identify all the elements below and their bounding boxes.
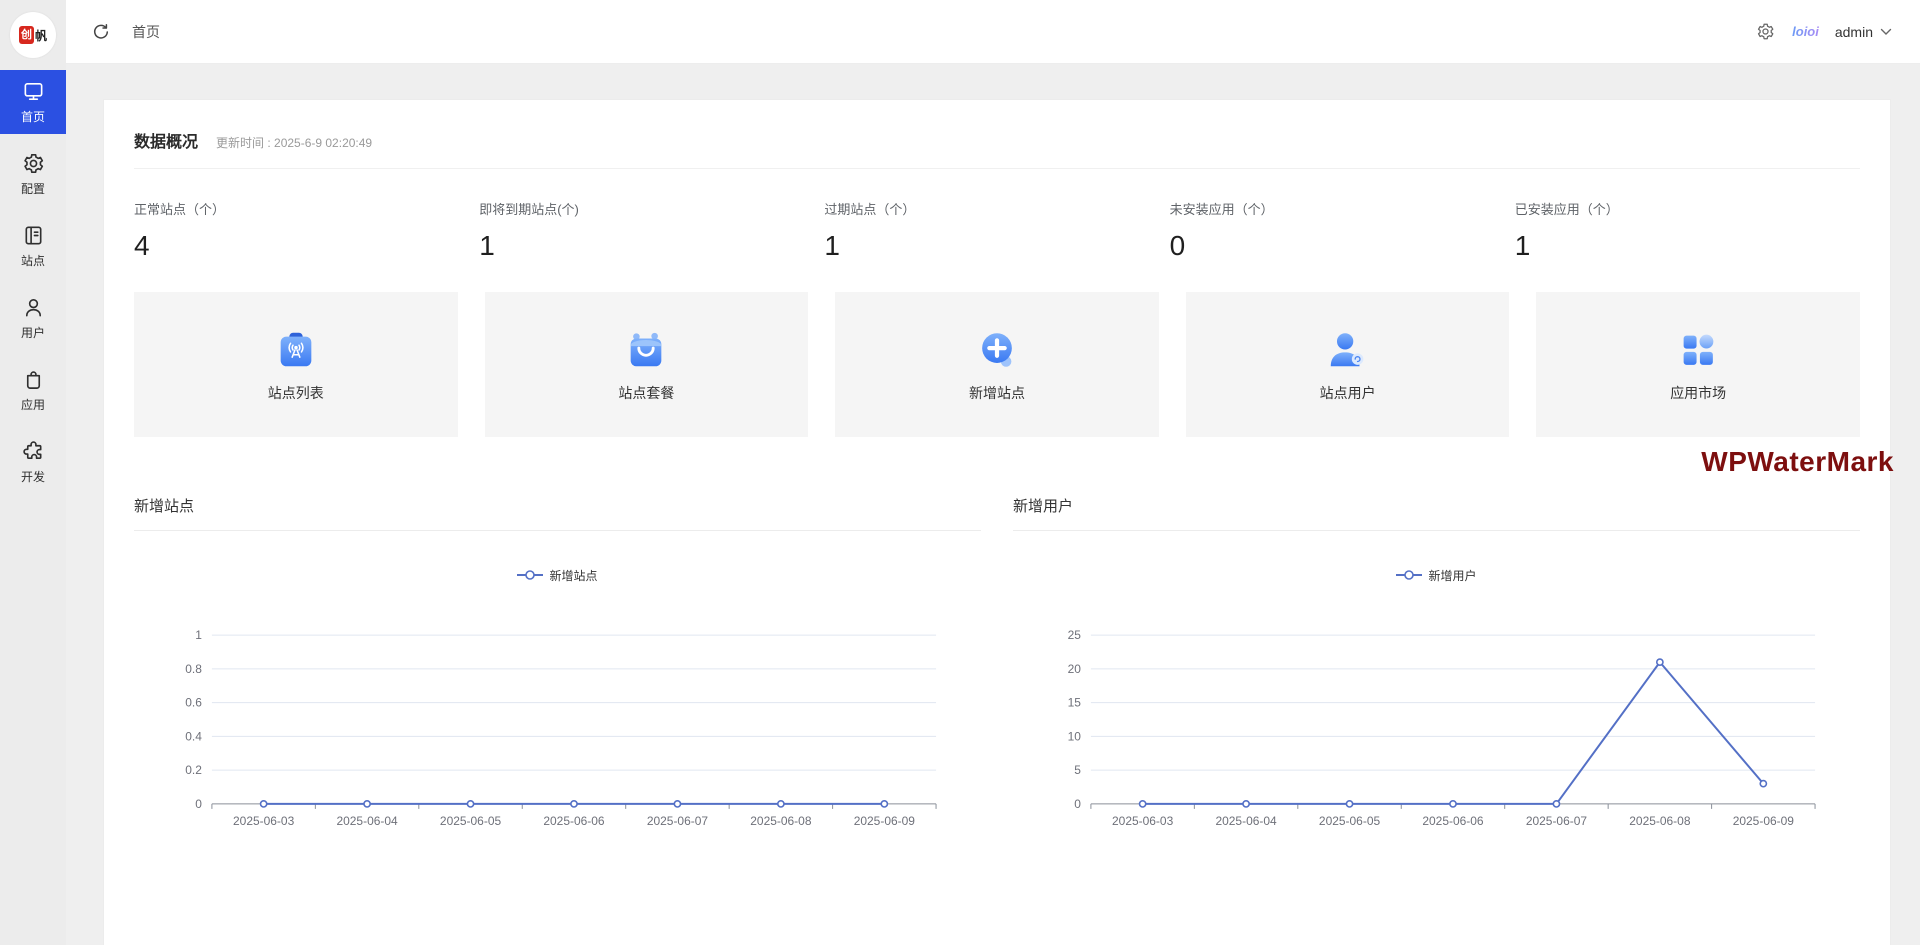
puzzle-icon [22, 440, 45, 463]
username: admin [1835, 24, 1873, 40]
user-menu[interactable]: admin [1835, 24, 1892, 40]
svg-text:2025-06-04: 2025-06-04 [1215, 814, 1277, 828]
gear-icon [22, 152, 45, 175]
refresh-icon [92, 23, 110, 41]
settings-button[interactable] [1754, 21, 1776, 43]
sidebar-item-label: 用户 [21, 324, 45, 341]
app-logo[interactable]: 创 帆 [10, 12, 56, 58]
document-icon [22, 224, 45, 247]
svg-text:2025-06-05: 2025-06-05 [440, 814, 502, 828]
stat-expiring-sites: 即将到期站点(个) 1 [479, 199, 824, 262]
svg-text:25: 25 [1068, 628, 1082, 642]
user-tag-link[interactable]: loioi [1792, 24, 1819, 39]
svg-text:0.4: 0.4 [185, 729, 202, 743]
sidebar-item-apps[interactable]: 应用 [0, 358, 66, 422]
card-app-market[interactable]: 应用市场 [1536, 292, 1860, 437]
sidebar-item-label: 站点 [21, 252, 45, 269]
card-site-users[interactable]: 站点用户 [1186, 292, 1510, 437]
stats-row: 正常站点（个） 4 即将到期站点(个) 1 过期站点（个） 1 未安装应用（个）… [134, 199, 1860, 262]
card-site-list[interactable]: 站点列表 [134, 292, 458, 437]
legend-line-marker-icon [517, 570, 543, 580]
legend-line-marker-icon [1396, 570, 1422, 580]
svg-text:20: 20 [1068, 662, 1082, 676]
line-chart-new-users: 0 5 10 15 20 25 2025-06-03 2025-06-04 2025-06-05… [1013, 609, 1860, 839]
svg-text:2025-06-06: 2025-06-06 [1422, 814, 1484, 828]
sidebar-item-home[interactable]: 首页 [0, 70, 66, 134]
chart-new-sites: 新增站点 新增站点 0 0.2 0.4 0.6 0.8 1 2025-06-03 2025-0… [134, 495, 981, 839]
shortcut-cards: 站点列表 站点套餐 新增站点 [134, 292, 1860, 437]
svg-text:2025-06-05: 2025-06-05 [1319, 814, 1381, 828]
updated-timestamp: 更新时间 : 2025-6-9 02:20:49 [216, 134, 372, 151]
sidebar-item-label: 开发 [21, 468, 45, 485]
card-site-package[interactable]: 站点套餐 [485, 292, 809, 437]
svg-text:2025-06-08: 2025-06-08 [1629, 814, 1691, 828]
svg-text:0.2: 0.2 [185, 763, 202, 777]
charts-row: 新增站点 新增站点 0 0.2 0.4 0.6 0.8 1 2025-06-03 2025-0… [134, 495, 1860, 839]
logo-seal: 创 [19, 26, 34, 44]
watermark: WPWaterMark [1701, 446, 1894, 478]
sidebar-item-config[interactable]: 配置 [0, 142, 66, 206]
gear-icon [1756, 22, 1775, 41]
svg-text:2025-06-07: 2025-06-07 [1526, 814, 1588, 828]
legend-item-new-users[interactable]: 新增用户 [1013, 565, 1860, 585]
main-content: 数据概况 更新时间 : 2025-6-9 02:20:49 正常站点（个） 4 … [66, 65, 1920, 945]
svg-text:2025-06-04: 2025-06-04 [336, 814, 398, 828]
add-site-icon [974, 327, 1020, 373]
svg-text:0.6: 0.6 [185, 696, 202, 710]
sidebar-item-label: 首页 [21, 108, 45, 125]
page-title: 数据概况 [134, 128, 198, 152]
chart-title: 新增站点 [134, 495, 981, 531]
refresh-button[interactable] [90, 21, 112, 43]
stat-normal-sites: 正常站点（个） 4 [134, 199, 479, 262]
svg-text:0.8: 0.8 [185, 662, 202, 676]
site-user-icon [1325, 327, 1371, 373]
stat-installed-apps: 已安装应用（个） 1 [1515, 199, 1860, 262]
svg-text:15: 15 [1068, 696, 1082, 710]
stat-expired-sites: 过期站点（个） 1 [824, 199, 1169, 262]
topbar: 首页 loioi admin [66, 0, 1920, 64]
monitor-icon [22, 80, 45, 103]
stat-uninstalled-apps: 未安装应用（个） 0 [1170, 199, 1515, 262]
card-add-site[interactable]: 新增站点 [835, 292, 1159, 437]
site-package-icon [623, 327, 669, 373]
legend-item-new-sites[interactable]: 新增站点 [134, 565, 981, 585]
site-list-icon [273, 327, 319, 373]
svg-text:2025-06-09: 2025-06-09 [854, 814, 916, 828]
svg-text:2025-06-03: 2025-06-03 [233, 814, 295, 828]
sidebar-item-sites[interactable]: 站点 [0, 214, 66, 278]
svg-text:0: 0 [195, 797, 202, 811]
svg-text:2025-06-09: 2025-06-09 [1733, 814, 1795, 828]
chart-new-users: 新增用户 新增用户 0 5 10 15 20 25 2025-06-03 2025-06-04… [1013, 495, 1860, 839]
sidebar-item-users[interactable]: 用户 [0, 286, 66, 350]
svg-text:2025-06-06: 2025-06-06 [543, 814, 605, 828]
breadcrumb[interactable]: 首页 [132, 22, 160, 42]
app-market-icon [1675, 327, 1721, 373]
sidebar-item-label: 配置 [21, 180, 45, 197]
bag-icon [22, 368, 45, 391]
sidebar: 创 帆 首页 配置 站点 用户 应用 [0, 0, 66, 945]
line-chart-new-sites: 0 0.2 0.4 0.6 0.8 1 2025-06-03 2025-06-04 2025-0… [134, 609, 981, 839]
sidebar-item-label: 应用 [21, 396, 45, 413]
svg-text:10: 10 [1068, 729, 1082, 743]
chart-title: 新增用户 [1013, 495, 1860, 531]
svg-text:0: 0 [1074, 797, 1081, 811]
svg-text:2025-06-03: 2025-06-03 [1112, 814, 1174, 828]
svg-text:5: 5 [1074, 763, 1081, 777]
svg-text:1: 1 [195, 628, 202, 642]
sidebar-item-dev[interactable]: 开发 [0, 430, 66, 494]
overview-panel: 数据概况 更新时间 : 2025-6-9 02:20:49 正常站点（个） 4 … [103, 99, 1891, 945]
user-icon [22, 296, 45, 319]
chevron-down-icon [1880, 28, 1892, 36]
svg-text:2025-06-08: 2025-06-08 [750, 814, 812, 828]
svg-text:2025-06-07: 2025-06-07 [647, 814, 709, 828]
